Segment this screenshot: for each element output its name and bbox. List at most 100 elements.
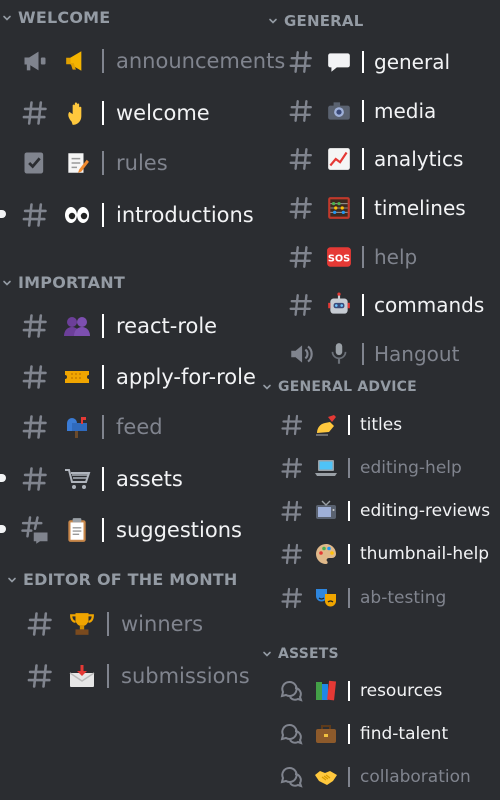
channel-name: introductions xyxy=(116,203,254,227)
channel-editing-reviews[interactable]: editing-reviews xyxy=(280,499,490,523)
channel-separator xyxy=(348,501,350,521)
channel-separator xyxy=(348,544,350,564)
hash-icon xyxy=(20,311,50,341)
channel-separator xyxy=(102,415,104,439)
hash-icon xyxy=(280,499,304,523)
laptop-emoji xyxy=(314,456,338,480)
channel-announcements[interactable]: announcements xyxy=(20,46,285,76)
channel-separator xyxy=(348,767,350,787)
channel-ab-testing[interactable]: ab-testing xyxy=(280,586,446,610)
channel-general[interactable]: general xyxy=(288,49,450,75)
chevron-down-icon xyxy=(7,575,17,585)
chevron-down-icon xyxy=(262,382,272,392)
channel-separator xyxy=(348,681,350,701)
unread-indicator xyxy=(0,474,6,482)
chevron-down-icon xyxy=(2,278,12,288)
hash-icon xyxy=(25,609,55,639)
channel-separator xyxy=(102,314,104,338)
forum-icon xyxy=(280,722,304,746)
channel-hangout[interactable]: Hangout xyxy=(288,341,459,367)
channel-name: suggestions xyxy=(116,518,242,542)
channel-separator xyxy=(362,100,364,122)
hash-icon xyxy=(288,244,314,270)
channel-rules[interactable]: rules xyxy=(20,148,168,178)
category-label: WELCOME xyxy=(18,8,111,27)
category-assets[interactable]: ASSETS xyxy=(262,646,339,662)
category-editor-of-the-month[interactable]: EDITOR OF THE MONTH xyxy=(7,570,238,589)
category-label: IMPORTANT xyxy=(18,273,125,292)
channel-introductions[interactable]: introductions xyxy=(20,200,254,230)
category-label: EDITOR OF THE MONTH xyxy=(23,570,238,589)
channel-timelines[interactable]: timelines xyxy=(288,195,466,221)
hash-icon xyxy=(280,456,304,480)
channel-submissions[interactable]: submissions xyxy=(25,661,250,691)
channel-name: media xyxy=(374,99,437,123)
channel-editing-help[interactable]: editing-help xyxy=(280,456,462,480)
channel-thumbnail-help[interactable]: thumbnail-help xyxy=(280,542,489,566)
channel-feed[interactable]: feed xyxy=(20,412,163,442)
channel-name: Hangout xyxy=(374,342,460,366)
channel-separator xyxy=(362,246,364,268)
category-welcome[interactable]: WELCOME xyxy=(2,8,110,27)
trophy-emoji xyxy=(67,609,97,639)
speech-bubble-emoji xyxy=(326,49,352,75)
channel-media[interactable]: media xyxy=(288,98,436,124)
channel-name: titles xyxy=(360,415,403,435)
channel-suggestions[interactable]: suggestions xyxy=(20,515,242,545)
chart-emoji xyxy=(326,146,352,172)
briefcase-emoji xyxy=(314,722,338,746)
channel-separator xyxy=(362,343,364,365)
channel-name: collaboration xyxy=(360,767,471,787)
channel-name: editing-help xyxy=(360,458,462,478)
forum-icon xyxy=(280,765,304,789)
chevron-down-icon xyxy=(268,16,278,26)
svg-text:SOS: SOS xyxy=(328,253,350,264)
sos-emoji: SOS xyxy=(326,244,352,270)
channel-name: welcome xyxy=(116,101,210,125)
tv-emoji xyxy=(314,499,338,523)
category-general-advice[interactable]: GENERAL ADVICE xyxy=(262,379,417,395)
camera-emoji xyxy=(326,98,352,124)
channel-separator xyxy=(102,365,104,389)
abacus-emoji xyxy=(326,195,352,221)
channel-apply-for-role[interactable]: apply-for-role xyxy=(20,362,256,392)
channel-react-role[interactable]: react-role xyxy=(20,311,217,341)
channel-separator xyxy=(362,294,364,316)
channel-help[interactable]: SOS help xyxy=(288,244,417,270)
hash-icon xyxy=(288,292,314,318)
channel-titles[interactable]: titles xyxy=(280,413,402,437)
channel-name: announcements xyxy=(116,49,286,73)
channel-assets[interactable]: assets xyxy=(20,464,183,494)
eyes-emoji xyxy=(62,200,92,230)
channel-separator xyxy=(102,101,104,125)
channel-separator xyxy=(102,467,104,491)
cart-emoji xyxy=(62,464,92,494)
channel-analytics[interactable]: analytics xyxy=(288,146,463,172)
channel-name: analytics xyxy=(374,147,464,171)
category-important[interactable]: IMPORTANT xyxy=(2,273,125,292)
ticket-emoji xyxy=(62,362,92,392)
channel-welcome[interactable]: welcome xyxy=(20,98,210,128)
hash-icon xyxy=(25,661,55,691)
channel-commands[interactable]: commands xyxy=(288,292,484,318)
channel-separator xyxy=(102,518,104,542)
hash-icon xyxy=(288,98,314,124)
channel-find-talent[interactable]: find-talent xyxy=(280,722,448,746)
channel-resources[interactable]: resources xyxy=(280,679,442,703)
mailbox-emoji xyxy=(62,412,92,442)
hash-icon xyxy=(20,464,50,494)
channel-separator xyxy=(362,51,364,73)
channel-separator xyxy=(348,724,350,744)
channel-name: feed xyxy=(116,415,163,439)
hash-icon xyxy=(20,362,50,392)
channel-name: editing-reviews xyxy=(360,501,491,521)
category-general[interactable]: GENERAL xyxy=(268,12,363,30)
hash-icon xyxy=(20,412,50,442)
unread-indicator xyxy=(0,525,6,533)
channel-name: commands xyxy=(374,293,485,317)
channel-separator xyxy=(348,458,350,478)
channel-collaboration[interactable]: collaboration xyxy=(280,765,471,789)
megaphone-icon xyxy=(20,46,50,76)
channel-winners[interactable]: winners xyxy=(25,609,203,639)
books-emoji xyxy=(314,679,338,703)
